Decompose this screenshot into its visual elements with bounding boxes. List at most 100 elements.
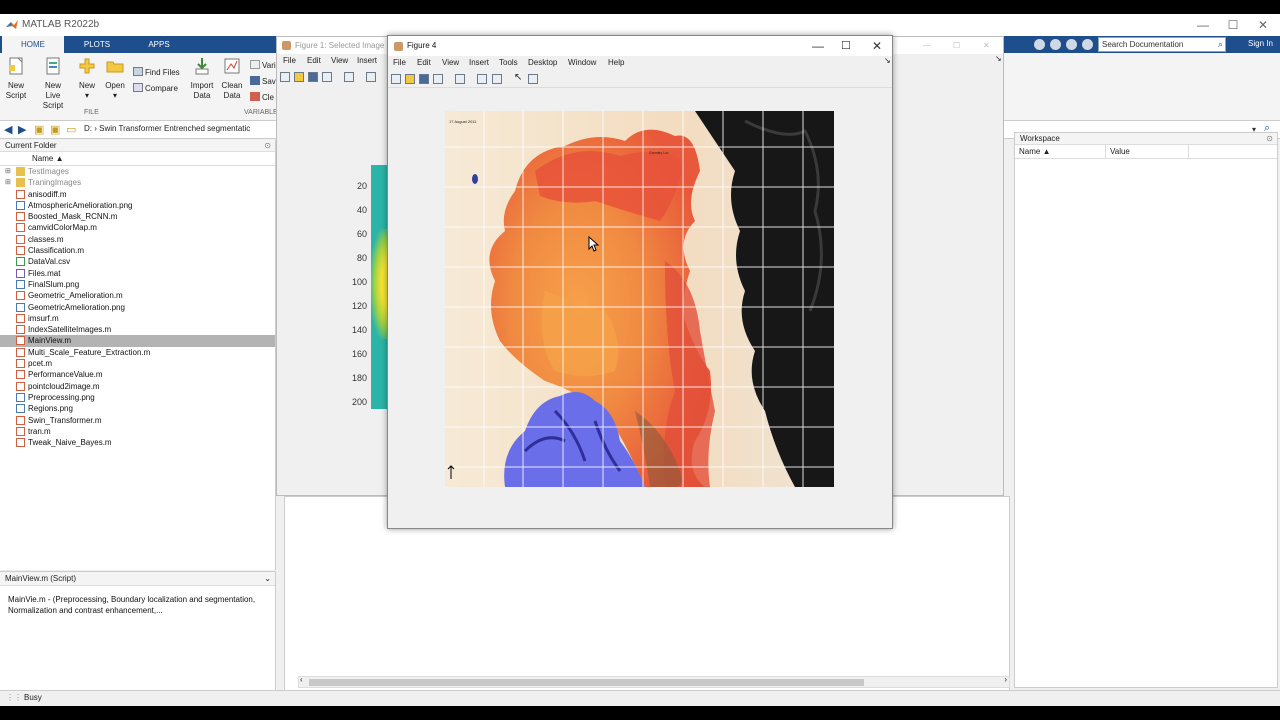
file-list-item[interactable]: GeometricAmelioration.png — [0, 302, 275, 313]
figure-4-menu-tools[interactable]: Tools — [499, 56, 518, 70]
clean-data-button[interactable]: Clean Data — [216, 57, 248, 101]
tab-plots[interactable]: PLOTS — [66, 36, 128, 53]
search-icon[interactable]: ⌕ — [1218, 38, 1223, 51]
figure-4-menu-window[interactable]: Window — [568, 56, 596, 70]
figure-4-maximize[interactable]: ☐ — [841, 36, 851, 56]
figure-1-save-icon[interactable] — [308, 72, 318, 82]
figure-4-pointer-icon[interactable]: ↖ — [514, 72, 522, 83]
scroll-right-icon[interactable]: › — [1004, 675, 1007, 684]
file-list-item[interactable]: FinalSlum.png — [0, 279, 275, 290]
file-list-item[interactable]: camvidColorMap.m — [0, 222, 275, 233]
maximize-button[interactable]: ☐ — [1218, 16, 1248, 34]
workspace-name-column[interactable]: Name ▲ — [1019, 145, 1050, 159]
forward-arrow-icon[interactable]: ▶ — [18, 123, 26, 136]
figure-1-colorbar-icon[interactable] — [366, 72, 376, 82]
file-list-item[interactable]: Tweak_Naive_Bayes.m — [0, 437, 275, 448]
up-folder-icon[interactable]: ▣ — [34, 123, 44, 136]
figure-4-menu-insert[interactable]: Insert — [469, 56, 489, 70]
figure-1-menu-edit[interactable]: Edit — [307, 54, 321, 68]
figure-4-close[interactable]: ✕ — [872, 36, 882, 56]
file-list-item[interactable]: tran.m — [0, 426, 275, 437]
clear-workspace-button[interactable]: Cle — [250, 92, 274, 102]
figure-4-legend-icon[interactable] — [492, 74, 502, 84]
new-variable-button[interactable]: Vari — [250, 60, 276, 70]
quick-access-icon[interactable] — [1034, 39, 1045, 50]
figure-4-dock-icon[interactable]: ↘ — [884, 54, 891, 68]
back-arrow-icon[interactable]: ◀ — [4, 123, 12, 136]
file-list-item[interactable]: Files.mat — [0, 268, 275, 279]
file-list-item[interactable]: Classification.m — [0, 245, 275, 256]
figure-4-menu-edit[interactable]: Edit — [417, 56, 431, 70]
horizontal-scrollbar[interactable]: ‹ › — [298, 675, 1010, 688]
new-button[interactable]: New ▾ — [72, 57, 102, 101]
file-list-item[interactable]: pointcloud2image.m — [0, 381, 275, 392]
figure-1-menu-file[interactable]: File — [283, 54, 296, 68]
file-list-item[interactable]: Boosted_Mask_RCNN.m — [0, 211, 275, 222]
name-column-header[interactable]: Name ▲ — [0, 152, 275, 166]
figure-4-new-icon[interactable] — [391, 74, 401, 84]
figure-4-link-icon[interactable] — [455, 74, 465, 84]
community-icon[interactable] — [1050, 39, 1061, 50]
tab-apps[interactable]: APPS — [128, 36, 190, 53]
compare-button[interactable]: Compare — [133, 83, 178, 93]
file-list-item[interactable]: ⊞ TraningImages — [0, 177, 275, 188]
find-files-button[interactable]: Find Files — [133, 67, 180, 77]
sign-in-link[interactable]: Sign In — [1248, 39, 1273, 48]
figure-4-window[interactable]: Figure 4 — ☐ ✕ File Edit View Insert Too… — [387, 35, 893, 529]
file-list-item[interactable]: Preprocessing.png — [0, 392, 275, 403]
figure-1-link-icon[interactable] — [344, 72, 354, 82]
file-list-item[interactable]: classes.m — [0, 234, 275, 245]
figure-4-minimize[interactable]: — — [812, 36, 824, 56]
figure-1-new-icon[interactable] — [280, 72, 290, 82]
file-list-item[interactable]: Multi_Scale_Feature_Extraction.m — [0, 347, 275, 358]
figure-1-open-icon[interactable] — [294, 72, 304, 82]
figure-4-print-icon[interactable] — [433, 74, 443, 84]
file-list-item[interactable]: AtmosphericAmelioration.png — [0, 200, 275, 211]
import-data-button[interactable]: Import Data — [186, 57, 218, 101]
expand-folder-icon[interactable]: ⊞ — [5, 166, 11, 177]
settings-icon[interactable] — [1082, 39, 1093, 50]
workspace-options-icon[interactable]: ⊙ — [1266, 133, 1273, 145]
figure-1-close[interactable]: ✕ — [983, 37, 990, 54]
figure-1-menu-view[interactable]: View — [331, 54, 348, 68]
file-list-item[interactable]: PerformanceValue.m — [0, 369, 275, 380]
current-path[interactable]: D: › Swin Transformer Entrenched segment… — [84, 124, 250, 133]
new-script-button[interactable]: New Script — [0, 57, 32, 101]
save-workspace-button[interactable]: Sav — [250, 76, 276, 86]
file-list-item[interactable]: anisodiff.m — [0, 189, 275, 200]
workspace-value-column[interactable]: Value — [1105, 145, 1189, 159]
scrollbar-thumb[interactable] — [309, 679, 864, 686]
file-list-item[interactable]: MainView.m — [0, 335, 275, 347]
figure-4-colorbar-icon[interactable] — [477, 74, 487, 84]
figure-4-menu-desktop[interactable]: Desktop — [528, 56, 557, 70]
open-button[interactable]: Open ▾ — [100, 57, 130, 101]
figure-1-print-icon[interactable] — [322, 72, 332, 82]
search-documentation-input[interactable]: Search Documentation ⌕ — [1098, 37, 1226, 52]
scroll-left-icon[interactable]: ‹ — [300, 675, 303, 684]
file-list-item[interactable]: Swin_Transformer.m — [0, 415, 275, 426]
tab-home[interactable]: HOME — [2, 36, 64, 53]
file-list-item[interactable]: DataVal.csv — [0, 256, 275, 267]
file-list-item[interactable]: Geometric_Amelioration.m — [0, 290, 275, 301]
figure-1-menu-insert[interactable]: Insert — [357, 54, 377, 68]
figure-1-dock-icon[interactable]: ↘ — [995, 52, 1002, 66]
close-button[interactable]: ✕ — [1248, 16, 1278, 34]
figure-4-save-icon[interactable] — [419, 74, 429, 84]
figure-4-menu-view[interactable]: View — [442, 56, 459, 70]
minimize-button[interactable]: — — [1188, 16, 1218, 34]
figure-4-menu-file[interactable]: File — [393, 56, 406, 70]
figure-4-menu-help[interactable]: Help — [608, 56, 624, 70]
file-list-item[interactable]: imsurf.m — [0, 313, 275, 324]
file-list-item[interactable]: pcet.m — [0, 358, 275, 369]
details-collapse-icon[interactable]: ⌄ — [264, 572, 271, 586]
file-list-item[interactable]: IndexSatelliteImages.m — [0, 324, 275, 335]
figure-1-minimize[interactable]: — — [923, 37, 931, 54]
browse-folder-icon[interactable]: ▣ — [50, 123, 60, 136]
file-list-item[interactable]: ⊞ TestImages — [0, 166, 275, 177]
expand-folder-icon[interactable]: ⊞ — [5, 177, 11, 188]
figure-1-maximize[interactable]: ☐ — [953, 37, 960, 54]
panel-options-icon[interactable]: ⊙ — [264, 140, 271, 152]
help-icon[interactable] — [1066, 39, 1077, 50]
figure-4-open-icon[interactable] — [405, 74, 415, 84]
new-live-script-button[interactable]: New Live Script — [36, 57, 70, 111]
